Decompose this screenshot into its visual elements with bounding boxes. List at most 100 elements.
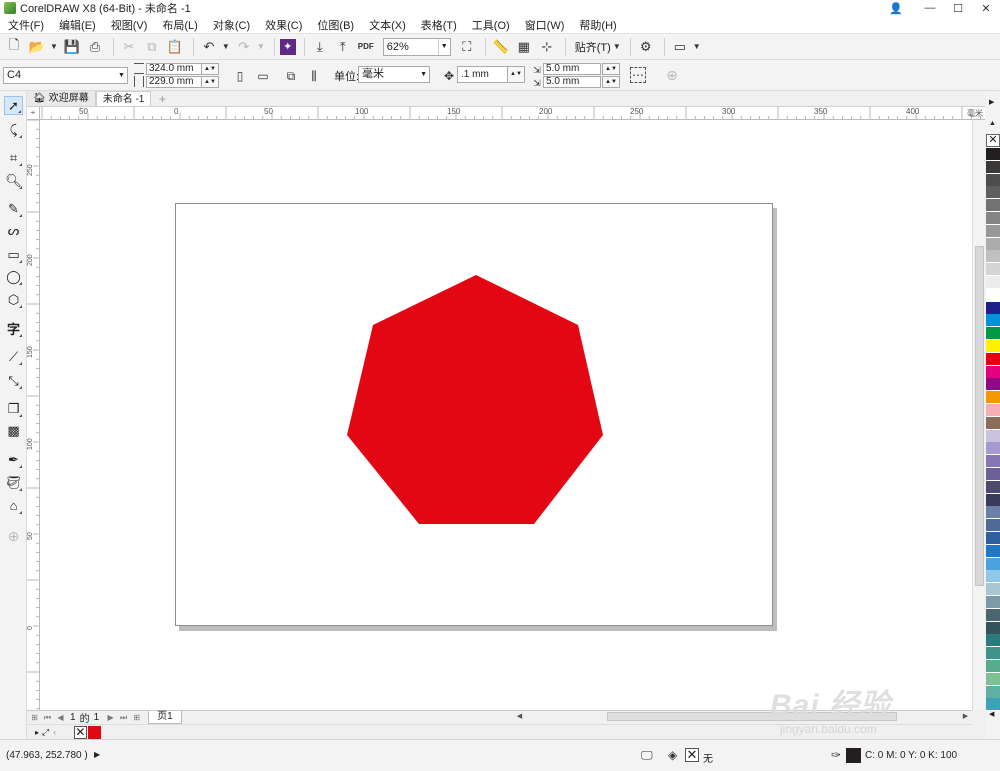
full-screen-preview-icon[interactable]: ⛶	[457, 37, 477, 57]
menu-object[interactable]: 对象(C)	[205, 17, 257, 33]
palette-swatch[interactable]	[986, 608, 1000, 622]
new-tab-plus-icon[interactable]: +	[155, 92, 169, 106]
menu-layout[interactable]: 布局(L)	[154, 17, 204, 33]
show-guidelines-icon[interactable]: ⊹	[537, 37, 557, 57]
palette-swatch[interactable]	[986, 352, 1000, 366]
ruler-origin-corner[interactable]: ⌖	[27, 107, 40, 120]
last-page-icon[interactable]: ⏭	[118, 712, 129, 723]
fill-bucket-icon[interactable]: ◈	[668, 748, 677, 762]
palette-swatch[interactable]	[986, 276, 1000, 289]
height-spinner[interactable]: ▲▼	[201, 76, 219, 88]
open-recent-dropdown-icon[interactable]: ▼	[50, 42, 58, 51]
launcher-dropdown-icon[interactable]: ▼	[693, 42, 701, 51]
text-tool-icon[interactable]: 字	[4, 319, 23, 338]
freehand-tool-icon[interactable]: ✎	[4, 199, 23, 218]
palette-scroll-up-icon[interactable]: ▶	[989, 98, 994, 106]
vertical-scrollbar-thumb[interactable]	[975, 246, 984, 586]
palette-swatch[interactable]	[986, 327, 1000, 341]
new-document-icon[interactable]: 🗋	[4, 37, 24, 57]
options-gear-icon[interactable]: ⚙	[636, 37, 656, 57]
parallel-dimension-tool-icon[interactable]: ⟋	[4, 347, 23, 366]
width-spinner[interactable]: ▲▼	[201, 63, 219, 75]
palette-scroll-up-arrow-icon[interactable]: ▲	[989, 120, 996, 127]
palette-swatch[interactable]	[986, 314, 1000, 328]
palette-swatch[interactable]	[986, 237, 1000, 251]
color-proof-icon[interactable]: 🖵	[641, 748, 653, 763]
outline-pen-icon[interactable]: ✑	[831, 748, 841, 762]
palette-swatch[interactable]	[986, 340, 1000, 353]
artistic-media-tool-icon[interactable]: ᔕ	[4, 221, 23, 240]
import-icon[interactable]: ⤓	[310, 37, 330, 57]
palette-swatch[interactable]	[986, 224, 1000, 238]
menu-edit[interactable]: 编辑(E)	[51, 17, 103, 33]
palette-swatch[interactable]	[986, 378, 1000, 392]
palette-swatch[interactable]	[986, 429, 1000, 443]
paste-icon[interactable]: 📋	[165, 37, 185, 57]
palette-swatch[interactable]	[986, 532, 1000, 545]
undo-dropdown-icon[interactable]: ▼	[222, 42, 230, 51]
duplicate-x-field[interactable]: 5.0 mm	[543, 63, 601, 75]
scroll-left-icon[interactable]: ◀	[514, 711, 525, 722]
save-icon[interactable]: 💾	[62, 37, 82, 57]
palette-swatch[interactable]	[986, 404, 1000, 417]
maximize-button[interactable]: ☐	[944, 0, 972, 16]
drawing-canvas[interactable]	[40, 120, 985, 710]
application-launcher-icon[interactable]: ▭	[670, 37, 690, 57]
print-icon[interactable]: ⎙	[85, 37, 105, 57]
page-size-select[interactable]: C4 ▼	[3, 67, 128, 84]
next-page-icon[interactable]: ▶	[105, 712, 116, 723]
first-page-icon[interactable]: ⏮	[42, 712, 53, 723]
document-palette-red-swatch[interactable]	[87, 725, 101, 739]
close-button[interactable]: ✕	[972, 0, 1000, 16]
publish-pdf-icon[interactable]: PDF	[356, 37, 376, 57]
current-page-icon[interactable]: ⫼	[306, 68, 322, 84]
smart-fill-tool-icon[interactable]: ⌂	[4, 496, 23, 515]
redo-dropdown-icon[interactable]: ▼	[257, 42, 265, 51]
horizontal-ruler[interactable]: 50 0 50 100 150 200 250 300 350 400 毫米	[40, 107, 985, 120]
palette-swatch[interactable]	[986, 148, 1000, 161]
add-tool-icon[interactable]: ⊕	[4, 527, 23, 546]
palette-swatch[interactable]	[986, 570, 1000, 584]
palette-swatch[interactable]	[986, 186, 1000, 200]
transparency-tool-icon[interactable]: ▩	[4, 421, 23, 440]
menu-help[interactable]: 帮助(H)	[571, 17, 623, 33]
palette-swatch[interactable]	[986, 442, 1000, 456]
palette-swatch[interactable]	[986, 455, 1000, 469]
palette-swatch[interactable]	[986, 160, 1000, 174]
treat-as-filled-icon[interactable]: ⋯	[630, 67, 646, 83]
menu-effects[interactable]: 效果(C)	[257, 17, 309, 33]
palette-swatch[interactable]	[986, 544, 1000, 558]
menu-table[interactable]: 表格(T)	[413, 17, 464, 33]
nudge-distance-field[interactable]: .1 mm	[457, 66, 509, 83]
redo-icon[interactable]: ↷	[234, 37, 254, 57]
tab-document[interactable]: 未命名 -1	[95, 91, 152, 106]
vertical-ruler[interactable]: 250 200 150 100 50 0	[27, 120, 40, 710]
menu-tools[interactable]: 工具(O)	[464, 17, 517, 33]
rectangle-tool-icon[interactable]: ▭	[4, 245, 23, 264]
duplicate-y-field[interactable]: 5.0 mm	[543, 76, 601, 88]
palette-swatch[interactable]	[986, 288, 1000, 302]
units-select[interactable]: 毫米 ▼	[358, 66, 430, 83]
menu-file[interactable]: 文件(F)	[0, 17, 51, 33]
palette-swatch[interactable]	[986, 416, 1000, 430]
drawing-page[interactable]	[175, 203, 773, 626]
show-grid-icon[interactable]: ▦	[514, 37, 534, 57]
vertical-scrollbar[interactable]	[972, 120, 985, 710]
coordinates-menu-arrow-icon[interactable]: ▶	[94, 750, 100, 759]
cut-icon[interactable]: ✂	[119, 37, 139, 57]
menu-view[interactable]: 视图(V)	[103, 17, 155, 33]
palette-swatch[interactable]	[986, 672, 1000, 686]
previous-page-icon[interactable]: ◀	[55, 712, 66, 723]
palette-swatch[interactable]	[986, 698, 1000, 712]
palette-swatch[interactable]	[986, 493, 1000, 507]
user-account-icon[interactable]: 👤	[882, 0, 910, 16]
no-color-swatch[interactable]: ✕	[986, 134, 1000, 147]
palette-swatch[interactable]	[986, 596, 1000, 609]
snap-dropdown-icon[interactable]: ▼	[613, 42, 621, 51]
scroll-right-icon[interactable]: ▶	[960, 711, 971, 722]
palette-swatch[interactable]	[986, 391, 1000, 405]
connector-tool-icon[interactable]: ⤡	[4, 371, 23, 390]
shape-tool-icon[interactable]: ⤹	[4, 120, 23, 139]
ellipse-tool-icon[interactable]: ◯	[4, 267, 23, 286]
palette-swatch[interactable]	[986, 519, 1000, 533]
